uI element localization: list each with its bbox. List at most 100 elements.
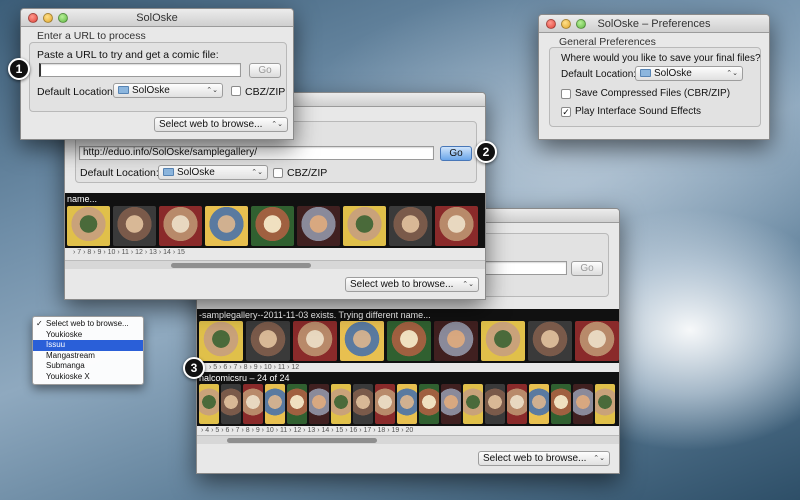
play-sounds-label: Play Interface Sound Effects xyxy=(575,106,702,117)
popup-arrows-icon: ⌃⌄ xyxy=(206,87,218,94)
photo-thumbnail[interactable] xyxy=(575,321,619,361)
menu-item[interactable]: Submanga xyxy=(33,361,143,372)
group-title: Enter a URL to process xyxy=(37,30,146,42)
thumbnail-strip: name... xyxy=(65,193,485,248)
photo-thumbnail[interactable] xyxy=(481,321,525,361)
menu-item-label: Mangastream xyxy=(46,350,95,360)
window-main: SolOske Enter a URL to process Paste a U… xyxy=(20,8,294,140)
popup-value: SolOske xyxy=(654,68,692,79)
default-location-popup[interactable]: SolOske ⌃⌄ xyxy=(158,165,268,180)
photo-thumbnail[interactable] xyxy=(434,321,478,361)
photo-thumbnail[interactable] xyxy=(463,384,483,424)
menu-item[interactable]: ✓ Select web to browse... xyxy=(33,319,143,330)
photo-thumbnail[interactable] xyxy=(199,321,243,361)
browse-web-popup[interactable]: Select web to browse... ⌃⌄ xyxy=(154,117,288,132)
window-preferences: SolOske – Preferences General Preference… xyxy=(538,14,770,140)
photo-thumbnail[interactable] xyxy=(309,384,329,424)
menu-item[interactable]: Issuu xyxy=(33,340,143,351)
photo-thumbnail[interactable] xyxy=(243,384,263,424)
cbz-zip-checkbox[interactable] xyxy=(273,168,283,178)
popup-value: Select web to browse... xyxy=(350,279,454,290)
default-location-label: Default Location: xyxy=(561,69,637,80)
photo-thumbnail[interactable] xyxy=(419,384,439,424)
window-title: SolOske – Preferences xyxy=(597,18,711,30)
popup-arrows-icon: ⌃⌄ xyxy=(726,70,738,77)
menu-item-label: Select web to browse... xyxy=(46,319,129,328)
photo-thumbnail[interactable] xyxy=(389,206,432,246)
photo-thumbnail[interactable] xyxy=(595,384,615,424)
folder-icon xyxy=(118,86,129,95)
photo-thumbnail[interactable] xyxy=(293,321,337,361)
save-compressed-checkbox[interactable] xyxy=(561,89,571,99)
photo-thumbnail[interactable] xyxy=(265,384,285,424)
photo-thumbnail[interactable] xyxy=(199,384,219,424)
thumbnail-strip-2: nalcomicsru – 24 of 24 xyxy=(197,372,619,426)
popup-value: Select web to browse... xyxy=(483,453,587,464)
popup-value: SolOske xyxy=(132,85,170,96)
browse-web-popup[interactable]: Select web to browse... ⌃⌄ xyxy=(478,451,610,466)
menu-item[interactable]: Youkioske xyxy=(33,330,143,341)
photo-thumbnail[interactable] xyxy=(551,384,571,424)
photo-thumbnail[interactable] xyxy=(529,384,549,424)
default-location-label: Default Location: xyxy=(37,86,116,98)
menu-item-label: Submanga xyxy=(46,361,85,370)
cbz-zip-label: CBZ/ZIP xyxy=(245,86,286,98)
default-location-popup[interactable]: SolOske ⌃⌄ xyxy=(113,83,223,98)
photo-thumbnail[interactable] xyxy=(221,384,241,424)
photo-thumbnail[interactable] xyxy=(331,384,351,424)
photo-thumbnail[interactable] xyxy=(528,321,572,361)
go-button[interactable]: Go xyxy=(571,261,603,276)
photo-thumbnail[interactable] xyxy=(441,384,461,424)
scrollbar-knob[interactable] xyxy=(171,263,311,268)
photo-thumbnail[interactable] xyxy=(297,206,340,246)
default-location-label: Default Location: xyxy=(80,167,159,179)
url-input[interactable] xyxy=(39,63,241,77)
photo-thumbnail[interactable] xyxy=(375,384,395,424)
zoom-button[interactable] xyxy=(576,19,586,29)
photo-thumbnail[interactable] xyxy=(113,206,156,246)
photo-thumbnail[interactable] xyxy=(387,321,431,361)
photo-thumbnail[interactable] xyxy=(353,384,373,424)
save-location-question: Where would you like to save your final … xyxy=(561,53,761,64)
cbz-zip-checkbox[interactable] xyxy=(231,86,241,96)
photo-thumbnail[interactable] xyxy=(205,206,248,246)
photo-thumbnail[interactable] xyxy=(251,206,294,246)
strip-caption: nalcomicsru – 24 of 24 xyxy=(199,373,290,383)
photo-thumbnail[interactable] xyxy=(435,206,478,246)
titlebar: SolOske xyxy=(21,9,293,27)
minimize-button[interactable] xyxy=(561,19,571,29)
url-input[interactable]: http://eduo.info/SolOske/samplegallery/ xyxy=(79,146,434,160)
photo-thumbnail[interactable] xyxy=(573,384,593,424)
browse-web-popup[interactable]: Select web to browse... ⌃⌄ xyxy=(345,277,479,292)
popup-value: SolOske xyxy=(177,167,215,178)
photo-thumbnail[interactable] xyxy=(343,206,386,246)
close-button[interactable] xyxy=(28,13,38,23)
play-sounds-checkbox[interactable]: ✓ xyxy=(561,107,571,117)
save-compressed-label: Save Compressed Files (CBR/ZIP) xyxy=(575,88,731,99)
scrollbar-knob[interactable] xyxy=(227,438,377,443)
horizontal-scrollbar[interactable] xyxy=(197,435,619,444)
menu-item-label: Youkioske X xyxy=(46,371,90,381)
zoom-button[interactable] xyxy=(58,13,68,23)
photo-thumbnail[interactable] xyxy=(67,206,110,246)
photo-thumbnail[interactable] xyxy=(485,384,505,424)
traffic-lights xyxy=(546,19,586,29)
photo-thumbnail[interactable] xyxy=(397,384,417,424)
photo-thumbnail[interactable] xyxy=(287,384,307,424)
photo-thumbnail[interactable] xyxy=(340,321,384,361)
go-button[interactable]: Go xyxy=(440,146,472,161)
popup-arrows-icon: ⌃⌄ xyxy=(462,281,474,288)
menu-item[interactable]: Youkioske X xyxy=(33,372,143,383)
popup-arrows-icon: ⌃⌄ xyxy=(271,121,283,128)
minimize-button[interactable] xyxy=(43,13,53,23)
browse-web-menu: ✓ Select web to browse... Youkioske Issuu Ma… xyxy=(32,316,144,385)
horizontal-scrollbar[interactable] xyxy=(65,260,485,269)
thumbnail-row xyxy=(197,321,619,361)
photo-thumbnail[interactable] xyxy=(507,384,527,424)
menu-item[interactable]: Mangastream xyxy=(33,351,143,362)
photo-thumbnail[interactable] xyxy=(159,206,202,246)
photo-thumbnail[interactable] xyxy=(246,321,290,361)
go-button[interactable]: Go xyxy=(249,63,281,78)
close-button[interactable] xyxy=(546,19,556,29)
default-location-popup[interactable]: SolOske ⌃⌄ xyxy=(635,66,743,81)
